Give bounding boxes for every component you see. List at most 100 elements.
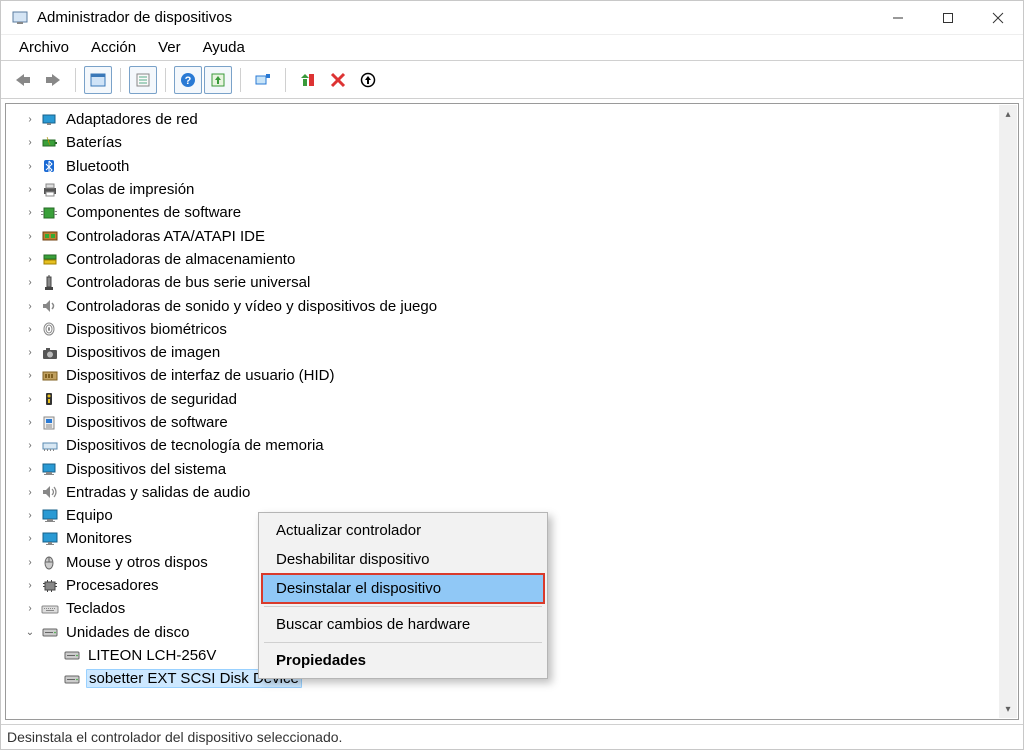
context-menu-item[interactable]: Deshabilitar dispositivo — [262, 545, 544, 574]
tree-node[interactable]: › Colas de impresión — [6, 178, 1000, 201]
tree-node-label: Mouse y otros dispos — [64, 554, 210, 571]
memory-tech-icon — [40, 437, 60, 455]
tree-node[interactable]: ›Baterías — [6, 131, 1000, 154]
tree-node[interactable]: › Componentes de software — [6, 201, 1000, 224]
chevron-right-icon[interactable]: › — [22, 554, 38, 570]
forward-button[interactable] — [39, 66, 67, 94]
disk-drive-icon — [62, 670, 82, 688]
tree-node[interactable]: › Controladoras de sonido y vídeo y dispo… — [6, 294, 1000, 317]
chevron-right-icon[interactable]: › — [22, 205, 38, 221]
scroll-up-icon[interactable]: ▴ — [999, 105, 1017, 123]
chevron-right-icon[interactable]: › — [22, 182, 38, 198]
statusbar-text: Desinstala el controlador del dispositiv… — [7, 729, 342, 745]
menu-archivo[interactable]: Archivo — [9, 37, 79, 58]
tree-node-label: Componentes de software — [64, 204, 243, 221]
help-button[interactable]: ? — [174, 66, 202, 94]
tree-node[interactable]: › Dispositivos de software — [6, 411, 1000, 434]
tree-node-label: Adaptadores de red — [64, 111, 200, 128]
maximize-button[interactable] — [923, 1, 973, 34]
context-menu-item[interactable]: Actualizar controlador — [262, 516, 544, 545]
chevron-right-icon[interactable]: › — [22, 135, 38, 151]
context-menu-separator — [264, 606, 542, 607]
scroll-down-icon[interactable]: ▾ — [999, 700, 1017, 718]
tree-node-label: Dispositivos biométricos — [64, 321, 229, 338]
enable-device-button[interactable] — [294, 66, 322, 94]
biometric-icon — [40, 320, 60, 338]
tree-node[interactable]: ›Dispositivos de imagen — [6, 341, 1000, 364]
sound-icon — [40, 297, 60, 315]
update-driver-button[interactable] — [204, 66, 232, 94]
printer-icon — [40, 181, 60, 199]
chevron-right-icon[interactable]: › — [22, 321, 38, 337]
chevron-right-icon[interactable]: › — [22, 158, 38, 174]
back-button[interactable] — [9, 66, 37, 94]
menu-accion[interactable]: Acción — [81, 37, 146, 58]
app-icon — [11, 9, 29, 27]
system-device-icon — [40, 460, 60, 478]
chevron-right-icon[interactable]: › — [22, 368, 38, 384]
tree-node-label: Dispositivos de interfaz de usuario (HID… — [64, 367, 336, 384]
chevron-right-icon[interactable]: › — [22, 438, 38, 454]
chevron-right-icon[interactable]: › — [22, 415, 38, 431]
storage-controller-icon — [40, 250, 60, 268]
tree-node-label: Controladoras ATA/ATAPI IDE — [64, 228, 267, 245]
context-menu-separator — [264, 642, 542, 643]
usb-controller-icon — [40, 274, 60, 292]
svg-text:?: ? — [185, 75, 192, 87]
tree-node[interactable]: › Adaptadores de red — [6, 108, 1000, 131]
content-area: ›Adaptadores de red›Baterías›Bluetooth›C… — [1, 99, 1023, 725]
chevron-right-icon[interactable]: › — [22, 298, 38, 314]
menu-ayuda[interactable]: Ayuda — [193, 37, 255, 58]
tree-node[interactable]: › Dispositivos biométricos — [6, 318, 1000, 341]
chevron-right-icon[interactable]: › — [22, 461, 38, 477]
chevron-right-icon[interactable]: › — [22, 531, 38, 547]
vertical-scrollbar[interactable]: ▴ ▾ — [999, 105, 1017, 718]
show-hidden-button[interactable] — [84, 66, 112, 94]
tree-node[interactable]: ›Dispositivos de tecnología de memoria — [6, 434, 1000, 457]
tree-node-label: Controladoras de sonido y vídeo y dispos… — [64, 298, 439, 315]
titlebar[interactable]: Administrador de dispositivos — [1, 1, 1023, 35]
menu-ver[interactable]: Ver — [148, 37, 191, 58]
chevron-right-icon[interactable]: › — [22, 508, 38, 524]
disk-drive-icon — [62, 646, 82, 664]
chevron-right-icon[interactable]: › — [22, 601, 38, 617]
tree-node-label: Controladoras de almacenamiento — [64, 251, 297, 268]
context-menu-item[interactable]: Buscar cambios de hardware — [262, 610, 544, 639]
minimize-button[interactable] — [873, 1, 923, 34]
properties-button[interactable] — [129, 66, 157, 94]
chevron-right-icon[interactable]: › — [22, 345, 38, 361]
tree-node-label: Bluetooth — [64, 158, 131, 175]
chevron-right-icon[interactable]: › — [22, 484, 38, 500]
uninstall-device-button[interactable] — [324, 66, 352, 94]
chevron-right-icon[interactable]: › — [22, 112, 38, 128]
mouse-icon — [40, 553, 60, 571]
tree-node[interactable]: ›Dispositivos de seguridad — [6, 388, 1000, 411]
monitor-icon — [40, 530, 60, 548]
tree-node-label: Teclados — [64, 600, 127, 617]
close-button[interactable] — [973, 1, 1023, 34]
tree-node-label: Unidades de disco — [64, 624, 191, 641]
chevron-right-icon[interactable]: › — [22, 578, 38, 594]
ide-controller-icon — [40, 227, 60, 245]
chevron-right-icon[interactable]: › — [22, 251, 38, 267]
chevron-right-icon[interactable]: › — [22, 228, 38, 244]
context-menu-item[interactable]: Desinstalar el dispositivo — [262, 574, 544, 603]
tree-node-label: Dispositivos de software — [64, 414, 230, 431]
tree-node[interactable]: › Controladoras ATA/ATAPI IDE — [6, 224, 1000, 247]
disable-device-button[interactable] — [354, 66, 382, 94]
tree-node[interactable]: ›Entradas y salidas de audio — [6, 481, 1000, 504]
tree-node[interactable]: › Dispositivos de interfaz de usuario (HI… — [6, 364, 1000, 387]
chevron-right-icon[interactable]: › — [22, 275, 38, 291]
chevron-down-icon[interactable]: ⌄ — [22, 624, 38, 640]
camera-icon — [40, 344, 60, 362]
tree-node[interactable]: › Controladoras de almacenamiento — [6, 248, 1000, 271]
chevron-right-icon[interactable]: › — [22, 391, 38, 407]
tree-node-label: Colas de impresión — [64, 181, 196, 198]
scan-hardware-button[interactable] — [249, 66, 277, 94]
battery-icon — [40, 134, 60, 152]
tree-node[interactable]: ›Controladoras de bus serie universal — [6, 271, 1000, 294]
tree-node[interactable]: › Bluetooth — [6, 155, 1000, 178]
expander-placeholder — [44, 671, 60, 687]
context-menu-item[interactable]: Propiedades — [262, 646, 544, 675]
tree-node[interactable]: ›Dispositivos del sistema — [6, 457, 1000, 480]
